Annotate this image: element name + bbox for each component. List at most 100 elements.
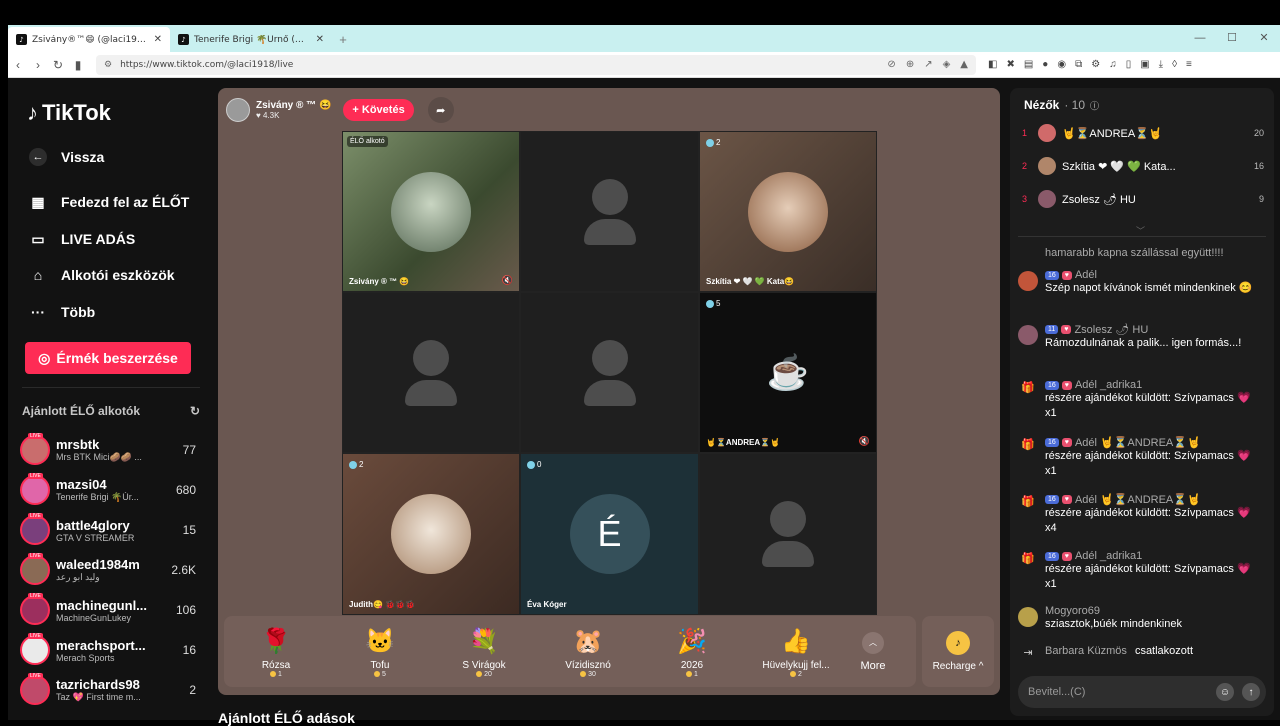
nav-go-live[interactable]: ▭ LIVE ADÁS <box>29 230 135 248</box>
message-user[interactable]: Adél _adrika1 <box>1075 550 1142 562</box>
follow-button[interactable]: + Követés <box>343 99 414 121</box>
viewer-count: 16 <box>182 643 196 657</box>
refresh-icon[interactable]: ↻ <box>190 404 200 418</box>
extension-icon[interactable]: ▤ <box>1024 59 1033 70</box>
creator-item[interactable]: LIVE tazrichards98 Taz 💖 First time m... … <box>20 672 200 708</box>
viewer-row[interactable]: 3 Zsolesz 🌶 HU 9 <box>1022 187 1264 211</box>
wallet-icon[interactable]: ▣ <box>1140 59 1149 70</box>
extension-icon[interactable]: ⧉ <box>1075 59 1082 70</box>
download-icon[interactable]: ⤓ <box>1159 59 1163 70</box>
creator-item[interactable]: LIVE merachsport... Merach Sports 16 <box>20 632 200 668</box>
gift-item[interactable]: 🎉 2026 1 <box>640 626 744 678</box>
viewer-rank: 2 <box>1022 161 1028 171</box>
viewer-row[interactable]: 2 Szkítia ❤ 🤍 💚 Kata... 16 <box>1022 154 1264 178</box>
avatar[interactable] <box>1018 271 1038 291</box>
creator-item[interactable]: LIVE machinegunl... MachineGunLukey 106 <box>20 592 200 628</box>
url-tools: ⊘ ⊕ ↗ ◈ ▲ <box>887 59 976 70</box>
shield-icon[interactable]: ◈ <box>943 59 951 70</box>
message-user[interactable]: Adél <box>1075 269 1097 281</box>
info-icon[interactable]: ⓘ <box>1090 99 1099 112</box>
guest-cell[interactable]: 2 Szkítia ❤ 🤍 💚 Kata😆 <box>699 131 877 292</box>
recharge-button[interactable]: ♪ Recharge ^ <box>922 616 994 687</box>
creator-item[interactable]: LIVE mazsi04 Tenerife Brigi 🌴Úr... 680 <box>20 472 200 508</box>
gift-bar: 🌹 Rózsa 1 🐱 Tofu 5 💐 S Virágok 20 🐹 Vízi… <box>224 616 916 687</box>
creator-item[interactable]: LIVE waleed1984m وليد ابو رعد 2.6K <box>20 552 200 588</box>
message-user[interactable]: Adél 🤘⏳ANDREA⏳🤘 <box>1075 436 1201 449</box>
get-coins-button[interactable]: ◎ Érmék beszerzése <box>25 342 191 374</box>
house-icon: ⌂ <box>33 267 43 283</box>
guest-cell-empty[interactable] <box>342 292 520 453</box>
message-text: részére ajándékot küldött: Szívpamacs 💗 … <box>1045 563 1251 590</box>
avatar[interactable] <box>1018 325 1038 345</box>
url-field[interactable]: ⚙ https://www.tiktok.com/@laci1918/live … <box>96 54 976 75</box>
browser-tab-2[interactable]: ♪ Tenerife Brigi 🌴Ürnő (@mazsi04) É... ✕ <box>170 27 332 52</box>
guest-cell-empty[interactable] <box>520 292 699 453</box>
nav-creator-tools[interactable]: ⌂ Alkotói eszközök <box>29 266 175 284</box>
new-tab-button[interactable]: + <box>332 27 354 52</box>
avatar: LIVE <box>20 633 50 665</box>
close-icon[interactable]: ✕ <box>154 34 162 45</box>
translate-icon[interactable]: ⊘ <box>887 59 895 70</box>
guest-name: Szkítia ❤ 🤍 💚 Kata😆 <box>706 277 795 286</box>
minimize-icon[interactable]: — <box>1184 25 1216 52</box>
back-button[interactable]: ← Vissza <box>29 148 104 166</box>
creator-item[interactable]: LIVE mrsbtk Mrs BTK Mici🥔🥔 ... 77 <box>20 432 200 468</box>
guest-cell-host[interactable]: ÉLŐ alkotó Zsivány ® ™ 😆 🔇 <box>342 131 520 292</box>
extensions-bar: ◧ ✖ ▤ ● ◉ ⧉ ⚙ ♫ ▯ ▣ ⤓ ◊ ≡ <box>988 59 1192 70</box>
nav-more[interactable]: ··· Több <box>29 303 95 321</box>
gift-name: Vízidisznó <box>565 659 611 671</box>
message-user[interactable]: Mogyoro69 <box>1045 605 1100 617</box>
nav-explore-live[interactable]: ▦ Fedezd fel az ÉLŐT <box>29 193 189 211</box>
share-icon[interactable]: ↗ <box>924 59 932 70</box>
menu-icon[interactable]: ≡ <box>1186 59 1192 70</box>
extension-icon[interactable]: ◧ <box>988 59 997 70</box>
guest-cell-empty[interactable] <box>520 131 699 292</box>
creator-item[interactable]: LIVE battle4glory GTA V STREAMER 15 <box>20 512 200 548</box>
zoom-icon[interactable]: ⊕ <box>906 59 914 70</box>
avatar[interactable] <box>1018 607 1038 627</box>
gift-item[interactable]: 🐹 Vízidisznó 30 <box>536 626 640 678</box>
guest-name: 🤘⏳ANDREA⏳🤘 <box>706 438 781 447</box>
guest-name: Judith😋 🐞🐞🐞 <box>349 600 416 609</box>
more-gifts-button[interactable]: ︿ More <box>848 631 898 672</box>
gift-item[interactable]: 🐱 Tofu 5 <box>328 626 432 678</box>
send-arrow-icon[interactable]: ↑ <box>1242 683 1260 701</box>
extension-icon[interactable]: ● <box>1042 59 1048 70</box>
guest-cell[interactable]: 0 É Éva Kóger <box>520 453 699 615</box>
guest-cell[interactable]: 2 Judith😋 🐞🐞🐞 <box>342 453 520 615</box>
close-icon[interactable]: ✕ <box>316 34 324 45</box>
extension-icon[interactable]: ⚙ <box>1091 59 1100 70</box>
reload-icon[interactable]: ↻ <box>48 58 68 72</box>
emoji-icon[interactable]: ☺ <box>1216 683 1234 701</box>
message-user[interactable]: Adél 🤘⏳ANDREA⏳🤘 <box>1075 493 1201 506</box>
joined-user[interactable]: Barbara Küzmös <box>1045 644 1127 666</box>
bookmark-icon[interactable]: ▮ <box>68 58 88 72</box>
shield-icon[interactable]: ◊ <box>1172 59 1177 70</box>
maximize-icon[interactable]: ☐ <box>1216 25 1248 52</box>
extension-icon[interactable]: ✖ <box>1006 59 1014 70</box>
gift-item[interactable]: 🌹 Rózsa 1 <box>224 626 328 678</box>
guest-cell-empty[interactable] <box>699 453 877 615</box>
site-info-icon[interactable]: ⚙ <box>104 60 112 70</box>
message-user[interactable]: Zsolesz 🌶 HU <box>1074 323 1148 336</box>
close-window-icon[interactable]: ✕ <box>1248 25 1280 52</box>
host-name[interactable]: Zsivány ® ™ 😆 <box>256 100 331 111</box>
share-icon[interactable]: ➦ <box>427 97 454 123</box>
sidebar-icon[interactable]: ▯ <box>1126 59 1132 70</box>
browser-tab-1[interactable]: ♪ Zsivány®™😄 (@laci1918) É... ✕ <box>8 27 170 52</box>
tiktok-logo[interactable]: ♪ TikTok <box>27 100 111 126</box>
chat-input[interactable]: Bevitel...(C) ☺ ↑ <box>1018 676 1266 708</box>
gift-item[interactable]: 💐 S Virágok 20 <box>432 626 536 678</box>
gift-item[interactable]: 👍 Hüvelykujj fel... 2 <box>744 626 848 678</box>
triangle-icon[interactable]: ▲ <box>960 59 968 70</box>
rose-icon: 🌹 <box>261 628 291 655</box>
music-icon[interactable]: ♫ <box>1109 59 1117 70</box>
guest-cell[interactable]: 5 ☕ 🤘⏳ANDREA⏳🤘 🔇 <box>699 292 877 453</box>
message-user[interactable]: Adél _adrika1 <box>1075 379 1142 391</box>
extension-icon[interactable]: ◉ <box>1057 59 1066 70</box>
host-avatar[interactable] <box>226 98 250 122</box>
viewer-row[interactable]: 1 🤘⏳ANDREA⏳🤘 20 <box>1022 121 1264 145</box>
forward-arrow-icon[interactable]: › <box>28 58 48 72</box>
back-arrow-icon[interactable]: ‹ <box>8 58 28 72</box>
gift-icon: 🎁 <box>1021 496 1035 508</box>
